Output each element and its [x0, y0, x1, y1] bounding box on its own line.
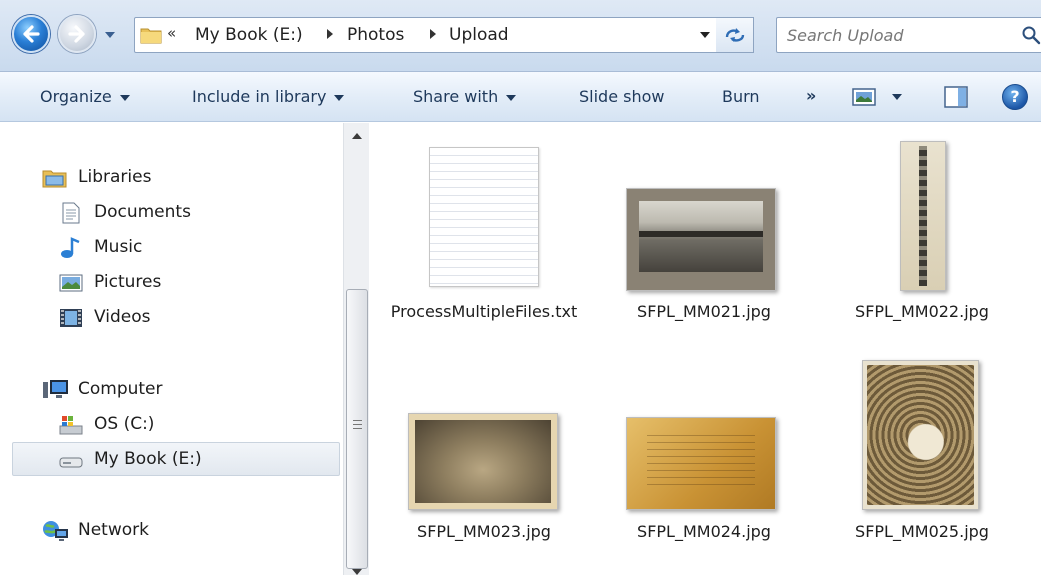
file-name: SFPL_MM021.jpg: [637, 302, 771, 321]
preview-pane-icon[interactable]: [943, 85, 969, 109]
refresh-button[interactable]: [716, 17, 754, 53]
include-in-library-label: Include in library: [192, 87, 327, 106]
organize-button[interactable]: Organize: [40, 87, 130, 106]
photo-thumbnail: [408, 413, 558, 510]
breadcrumb-item-photos[interactable]: Photos: [347, 25, 404, 45]
scroll-up-icon[interactable]: [352, 133, 362, 139]
nav-pictures-label: Pictures: [94, 272, 162, 292]
nav-pane-scrollbar[interactable]: [343, 123, 369, 575]
address-bar: « My Book (E:) Photos Upload: [0, 0, 1041, 72]
share-with-label: Share with: [413, 87, 499, 106]
documents-icon: [62, 202, 80, 224]
system-drive-icon: [59, 416, 83, 435]
external-drive-icon: [59, 457, 83, 468]
address-history-dropdown-icon[interactable]: [700, 32, 710, 38]
chevron-down-icon: [506, 94, 517, 101]
file-item[interactable]: SFPL_MM021.jpg: [604, 141, 804, 356]
photo-thumbnail: [626, 188, 776, 291]
file-item[interactable]: SFPL_MM025.jpg: [822, 360, 1022, 560]
breadcrumb-item-upload[interactable]: Upload: [449, 25, 509, 45]
file-name: SFPL_MM023.jpg: [417, 522, 551, 541]
breadcrumb-separator-icon[interactable]: [327, 29, 333, 39]
photo-content: [647, 432, 755, 491]
breadcrumb-item-my-book[interactable]: My Book (E:): [195, 25, 303, 45]
text-document-icon: [429, 147, 539, 287]
file-name: SFPL_MM024.jpg: [637, 522, 771, 541]
scrollbar-thumb[interactable]: [346, 289, 368, 569]
videos-icon: [60, 309, 82, 327]
change-view-icon[interactable]: [851, 86, 877, 108]
pictures-icon: [59, 274, 83, 292]
more-commands-button[interactable]: »: [806, 86, 816, 105]
nav-documents-label: Documents: [94, 202, 191, 222]
file-list: ProcessMultipleFiles.txt SFPL_MM021.jpg …: [370, 123, 1041, 575]
nav-computer-label: Computer: [78, 379, 163, 399]
nav-os-c-label: OS (C:): [94, 414, 155, 434]
file-name: SFPL_MM022.jpg: [855, 302, 989, 321]
share-with-button[interactable]: Share with: [413, 87, 517, 106]
slide-show-button[interactable]: Slide show: [579, 87, 664, 106]
grip-icon: [353, 420, 362, 429]
photo-content: [919, 146, 927, 286]
nav-my-book-e-label: My Book (E:): [94, 449, 202, 469]
libraries-icon: [42, 170, 67, 188]
breadcrumb[interactable]: « My Book (E:) Photos Upload: [134, 17, 754, 53]
photo-content: [415, 420, 551, 503]
burn-button[interactable]: Burn: [722, 87, 760, 106]
computer-icon: [43, 380, 68, 398]
file-name: SFPL_MM025.jpg: [855, 522, 989, 541]
include-in-library-button[interactable]: Include in library: [192, 87, 345, 106]
file-item[interactable]: ProcessMultipleFiles.txt: [384, 141, 584, 356]
network-icon: [43, 521, 68, 541]
forward-button[interactable]: [58, 15, 96, 53]
photo-content: [867, 365, 974, 505]
navigation-pane: Libraries Documents Music Pictures Video…: [0, 123, 343, 575]
organize-label: Organize: [40, 87, 112, 106]
chevron-down-icon: [334, 94, 345, 101]
nav-libraries-label: Libraries: [78, 167, 152, 187]
search-icon[interactable]: [1021, 25, 1041, 45]
file-item[interactable]: SFPL_MM022.jpg: [822, 141, 1022, 356]
photo-thumbnail: [626, 417, 776, 510]
search-input[interactable]: [787, 24, 1007, 46]
view-options-dropdown-icon[interactable]: [892, 94, 902, 100]
photo-thumbnail: [862, 360, 979, 510]
recent-pages-dropdown-icon[interactable]: [104, 30, 116, 40]
file-item[interactable]: SFPL_MM023.jpg: [384, 360, 584, 560]
command-bar: Organize Include in library Share with S…: [0, 72, 1041, 122]
music-icon: [61, 237, 80, 258]
scroll-down-icon[interactable]: [352, 569, 362, 575]
breadcrumb-overflow[interactable]: «: [167, 24, 176, 42]
search-box[interactable]: [776, 17, 1041, 53]
help-icon[interactable]: ?: [1002, 84, 1028, 110]
nav-music-label: Music: [94, 237, 143, 257]
arrow-right-icon: [68, 25, 85, 43]
folder-icon: [140, 28, 162, 44]
refresh-icon: [725, 28, 745, 42]
file-name: ProcessMultipleFiles.txt: [390, 302, 578, 321]
photo-content: [639, 201, 763, 272]
back-button[interactable]: [12, 15, 50, 53]
nav-videos-label: Videos: [94, 307, 151, 327]
chevron-down-icon: [119, 94, 130, 101]
breadcrumb-separator-icon[interactable]: [430, 29, 436, 39]
arrow-left-icon: [23, 25, 40, 43]
file-item[interactable]: SFPL_MM024.jpg: [604, 360, 804, 560]
nav-network-label: Network: [78, 520, 149, 540]
photo-thumbnail: [900, 141, 946, 291]
